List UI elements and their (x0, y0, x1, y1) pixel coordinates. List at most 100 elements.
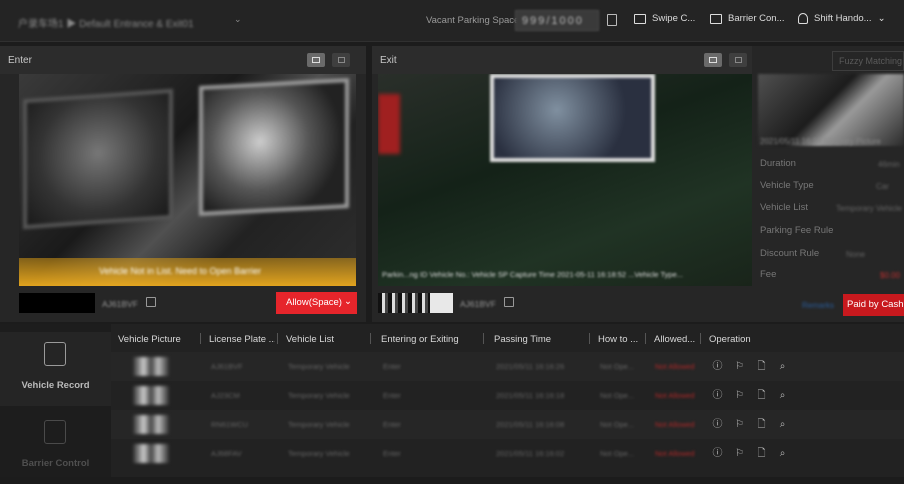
exit-title: Exit (380, 55, 397, 66)
barrier-control-button[interactable]: Barrier Con... (710, 13, 785, 24)
edit-icon[interactable] (146, 297, 156, 307)
table-row[interactable]: RN61WCU Temporary Vehicle Enter 2021/05/… (111, 410, 904, 439)
column-header[interactable]: Allowed... (654, 324, 700, 352)
sidebar-item-label: Barrier Control (21, 458, 90, 469)
exit-scene-detail (378, 94, 400, 154)
vehicle-picture (133, 357, 169, 376)
vehicle-record-table: Vehicle Picture License Plate ... Vehicl… (111, 324, 904, 477)
table-row[interactable]: AJ23CM Temporary Vehicle Enter 2021/05/1… (111, 381, 904, 410)
how-cell: Not Ope... (600, 362, 635, 371)
column-header[interactable]: Vehicle List (286, 324, 334, 352)
user-icon (798, 13, 808, 24)
plate-cell: AJ23CM (211, 391, 240, 400)
info-icon[interactable]: ⓘ (712, 361, 723, 372)
fee-value: $0.00 (880, 271, 901, 280)
exit-camera-view: Parkin...ng ID Vehicle No.: Vehicle SP C… (378, 74, 752, 286)
swipe-card-button[interactable]: Swipe C... (634, 13, 695, 24)
vehicle-list-value[interactable]: Temporary Vehicle (836, 204, 902, 213)
direction-cell: Enter (383, 420, 401, 429)
parking-fee-rule-label: Parking Fee Rule (760, 225, 834, 236)
exit-plate-text: AJ61BVF (460, 299, 496, 309)
allowed-cell: Not Allowed (655, 391, 695, 400)
barrier-control-label: Barrier Con... (728, 13, 785, 24)
direction-cell: Enter (383, 449, 401, 458)
search-icon[interactable]: ⌕ (777, 419, 788, 430)
entrance-selector[interactable]: 户录车场1 ▶ Default Entrance & Exit01 (18, 15, 194, 30)
edit-icon[interactable] (504, 297, 514, 307)
how-cell: Not Ope... (600, 449, 635, 458)
table-row[interactable]: AJ68FAV Temporary Vehicle Enter 2021/05/… (111, 439, 904, 468)
list-cell: Temporary Vehicle (288, 362, 350, 371)
exit-pane-header: Exit (372, 46, 752, 74)
plate-cell: RN61WCU (211, 420, 249, 429)
info-icon[interactable]: ⓘ (712, 448, 723, 459)
flag-icon[interactable]: ⚐ (734, 361, 745, 372)
chevron-down-icon: ⌄ (877, 13, 886, 24)
video-view-icon[interactable] (729, 53, 747, 67)
monitor-image (199, 78, 349, 216)
monitor-image (23, 88, 173, 230)
barrier-icon (710, 13, 722, 24)
vehicle-list-label: Vehicle List (760, 202, 809, 213)
shift-handover-button[interactable]: Shift Hando... ⌄ (798, 13, 886, 24)
table-row[interactable]: AJ61BVF Temporary Vehicle Enter 2021/05/… (111, 352, 904, 381)
allowed-cell: Not Allowed (655, 362, 695, 371)
flag-icon[interactable]: ⚐ (734, 448, 745, 459)
remarks-link[interactable]: Remarks (802, 301, 834, 310)
enter-alert-text: Vehicle Not in List. Need to Open Barrie… (99, 266, 262, 276)
column-header[interactable]: Vehicle Picture (118, 324, 181, 352)
allowed-cell: Not Allowed (655, 449, 695, 458)
fuzzy-matching-input[interactable]: Fuzzy Matching (832, 51, 904, 71)
duration-value: 46min (878, 160, 900, 169)
vehicle-picture (133, 386, 169, 405)
document-icon[interactable]: 🗋 (756, 361, 767, 372)
column-header[interactable]: How to ... (598, 324, 642, 352)
allow-button[interactable]: Allow(Space) ⌄ (276, 292, 357, 314)
list-cell: Temporary Vehicle (288, 449, 350, 458)
vehicle-picture (133, 415, 169, 434)
thumbnail-caption: 2021/05/11 16:18:52 Entry Picture (760, 137, 881, 146)
vehicle-type-label: Vehicle Type (760, 180, 814, 191)
column-header[interactable]: Passing Time (494, 324, 551, 352)
flag-icon[interactable]: ⚐ (734, 419, 745, 430)
enter-title: Enter (8, 55, 32, 66)
vehicle-type-value[interactable]: Car (876, 182, 889, 191)
barrier-control-icon (44, 420, 66, 444)
search-icon[interactable]: ⌕ (777, 390, 788, 401)
direction-cell: Enter (383, 362, 401, 371)
document-icon[interactable]: 🗋 (756, 448, 767, 459)
chevron-down-icon[interactable]: ⌄ (344, 296, 352, 307)
column-header[interactable]: Entering or Exiting (381, 324, 459, 352)
video-view-icon[interactable] (332, 53, 350, 67)
allow-button-label: Allow(Space) (286, 297, 342, 308)
discount-rule-value[interactable]: None (846, 250, 865, 259)
document-icon[interactable] (607, 14, 617, 26)
sidebar-item-vehicle-record[interactable]: Vehicle Record (0, 332, 111, 406)
sidebar: Vehicle Record Barrier Control (0, 324, 111, 477)
sidebar-item-label: Vehicle Record (21, 380, 90, 391)
document-icon[interactable]: 🗋 (756, 419, 767, 430)
document-icon[interactable]: 🗋 (756, 390, 767, 401)
list-cell: Temporary Vehicle (288, 391, 350, 400)
search-icon[interactable]: ⌕ (777, 448, 788, 459)
time-cell: 2021/05/11 16:16:02 (496, 449, 565, 458)
chevron-down-icon[interactable]: ⌄ (234, 14, 242, 25)
card-icon (634, 13, 646, 24)
image-view-icon[interactable] (704, 53, 722, 67)
list-cell: Temporary Vehicle (288, 420, 350, 429)
search-icon[interactable]: ⌕ (777, 361, 788, 372)
image-view-icon[interactable] (307, 53, 325, 67)
time-cell: 2021/05/11 16:16:08 (496, 420, 565, 429)
flag-icon[interactable]: ⚐ (734, 390, 745, 401)
info-icon[interactable]: ⓘ (712, 419, 723, 430)
vehicle-picture (133, 444, 169, 463)
vehicle-record-icon (44, 342, 66, 366)
info-icon[interactable]: ⓘ (712, 390, 723, 401)
monitor-image (490, 74, 655, 162)
sidebar-item-barrier-control[interactable]: Barrier Control (0, 410, 111, 484)
direction-cell: Enter (383, 391, 401, 400)
how-cell: Not Ope... (600, 420, 635, 429)
allowed-cell: Not Allowed (655, 420, 695, 429)
paid-by-cash-button[interactable]: Paid by Cash(F9) (843, 294, 904, 316)
column-header[interactable]: License Plate ... (209, 324, 275, 352)
